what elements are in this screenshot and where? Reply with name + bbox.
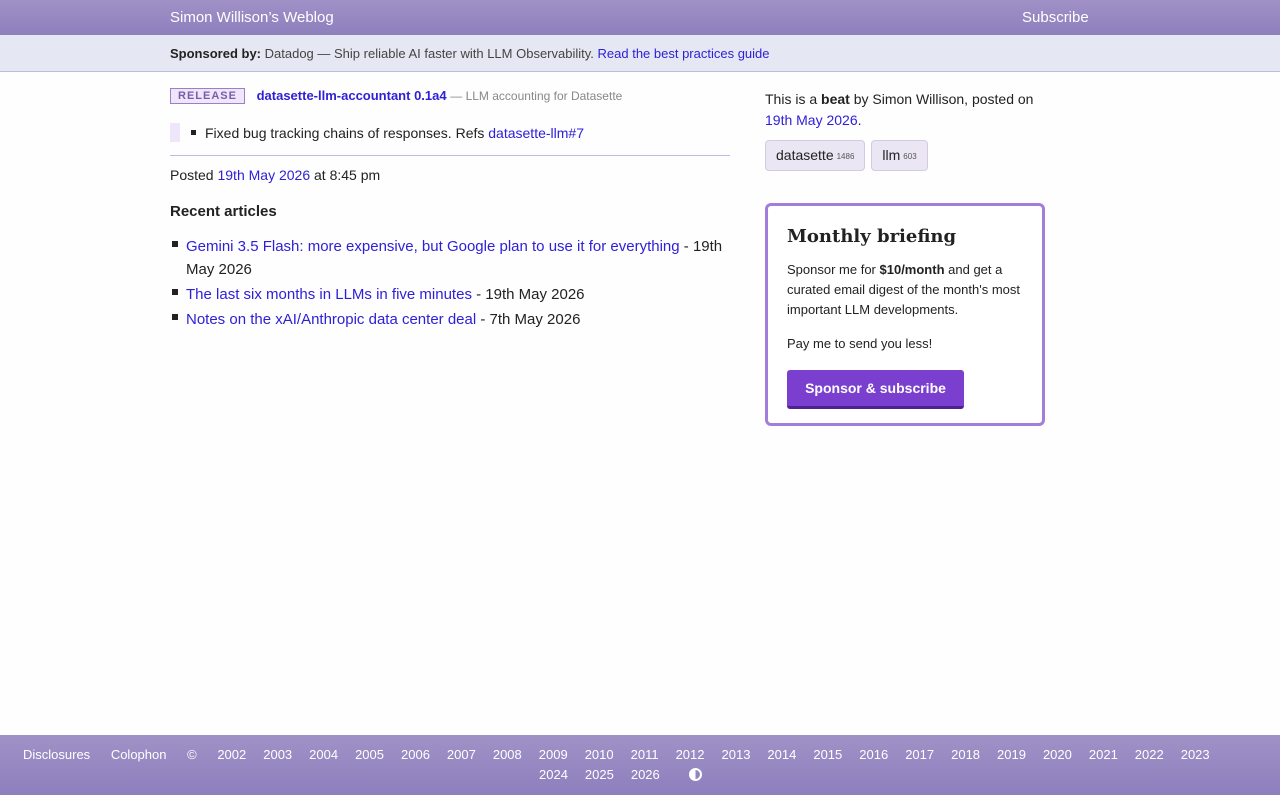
recent-article-link[interactable]: Notes on the xAI/Anthropic data center d… — [186, 311, 476, 328]
recent-article-item: Gemini 3.5 Flash: more expensive, but Go… — [170, 235, 730, 281]
briefing-pay-less: Pay me to send you less! — [787, 336, 933, 351]
posted-time: at 8:45 pm — [314, 167, 381, 183]
footer-year-link-2003[interactable]: 2003 — [263, 747, 292, 762]
footer-row-secondary: 2024 2025 2026 — [539, 767, 703, 782]
tag-list: datasette 1486 llm 603 — [765, 140, 934, 171]
recent-article-date: - 19th May 2026 — [471, 286, 585, 303]
tag-count: 603 — [903, 152, 917, 161]
footer-year-link-2010[interactable]: 2010 — [585, 747, 614, 762]
posted-date-link[interactable]: 19th May 2026 — [217, 167, 310, 183]
recent-article-link[interactable]: The last six months in LLMs in five minu… — [186, 286, 472, 303]
release-description: — LLM accounting for Datasette — [450, 89, 623, 103]
beat-suffix: by Simon Willison, posted on — [853, 91, 1034, 107]
release-notes: Fixed bug tracking chains of responses. … — [170, 122, 730, 156]
posted-prefix: Posted — [170, 167, 214, 183]
footer-year-link-2019[interactable]: 2019 — [997, 747, 1026, 762]
sponsor-label: Sponsored by: — [170, 46, 262, 61]
bullet-icon — [191, 130, 196, 135]
sponsor-link[interactable]: Read the best practices guide — [598, 46, 770, 61]
footer-copyright: © — [187, 747, 197, 762]
footer-row-primary: Disclosures Colophon © 2002 2003 2004 2005 2… — [23, 747, 1210, 762]
beat-prefix: This is a — [765, 91, 818, 107]
footer-colophon-link[interactable]: Colophon — [111, 747, 167, 762]
beat-word: beat — [821, 91, 850, 107]
subscribe-link[interactable]: Subscribe — [1022, 9, 1089, 26]
sponsor-subscribe-button[interactable]: Sponsor & subscribe — [787, 370, 964, 409]
release-line: RELEASE datasette-llm-accountant 0.1a4 —… — [170, 88, 622, 104]
monthly-briefing-card: Monthly briefing Sponsor me for $10/mont… — [765, 203, 1045, 426]
release-note-ref-link[interactable]: datasette-llm#7 — [488, 125, 584, 141]
footer-year-link-2025[interactable]: 2025 — [585, 767, 614, 782]
footer-year-link-2023[interactable]: 2023 — [1181, 747, 1210, 762]
footer-year-link-2021[interactable]: 2021 — [1089, 747, 1118, 762]
recent-article-item: Notes on the xAI/Anthropic data center d… — [170, 308, 730, 331]
tag-name: datasette — [776, 147, 834, 163]
site-title-link[interactable]: Simon Willison’s Weblog — [170, 9, 334, 26]
site-header: Simon Willison’s Weblog Subscribe — [0, 0, 1280, 35]
footer-year-link-2014[interactable]: 2014 — [767, 747, 796, 762]
release-name-link[interactable]: datasette-llm-accountant 0.1a4 — [257, 88, 447, 103]
footer-year-link-2013[interactable]: 2013 — [722, 747, 751, 762]
footer-year-link-2017[interactable]: 2017 — [905, 747, 934, 762]
site-footer: Disclosures Colophon © 2002 2003 2004 2005 2… — [0, 735, 1280, 795]
recent-articles-list: Gemini 3.5 Flash: more expensive, but Go… — [170, 235, 730, 333]
tag-llm[interactable]: llm 603 — [871, 140, 928, 171]
footer-year-link-2022[interactable]: 2022 — [1135, 747, 1164, 762]
footer-year-link-2009[interactable]: 2009 — [539, 747, 568, 762]
recent-article-item: The last six months in LLMs in five minu… — [170, 283, 730, 306]
posted-line: Posted 19th May 2026 at 8:45 pm — [170, 167, 380, 183]
briefing-title: Monthly briefing — [787, 226, 957, 247]
sponsor-text: Datadog — Ship reliable AI faster with L… — [264, 46, 594, 61]
footer-year-link-2002[interactable]: 2002 — [217, 747, 246, 762]
tag-name: llm — [882, 147, 901, 163]
beat-metadata: This is a beat by Simon Willison, posted… — [765, 89, 1055, 131]
footer-year-link-2006[interactable]: 2006 — [401, 747, 430, 762]
release-note-item: Fixed bug tracking chains of responses. … — [191, 125, 584, 141]
footer-year-link-2007[interactable]: 2007 — [447, 747, 476, 762]
footer-year-link-2011[interactable]: 2011 — [631, 747, 659, 762]
beat-end: . — [857, 112, 862, 128]
recent-article-date-separator: - — [679, 238, 689, 255]
footer-year-link-2015[interactable]: 2015 — [813, 747, 842, 762]
footer-year-link-2005[interactable]: 2005 — [355, 747, 384, 762]
footer-year-link-2004[interactable]: 2004 — [309, 747, 338, 762]
footer-year-link-2024[interactable]: 2024 — [539, 767, 568, 782]
contrast-toggle-icon[interactable] — [689, 768, 703, 781]
tag-datasette[interactable]: datasette 1486 — [765, 140, 866, 171]
briefing-description: Sponsor me for $10/month and get a curat… — [787, 260, 1027, 320]
blockquote-bar — [170, 123, 180, 142]
footer-year-link-2026[interactable]: 2026 — [631, 767, 660, 782]
footer-years-row-2: 2024 2025 2026 — [539, 767, 660, 782]
release-badge: RELEASE — [170, 88, 245, 104]
recent-articles-heading: Recent articles — [170, 203, 277, 220]
footer-year-link-2008[interactable]: 2008 — [493, 747, 522, 762]
tag-count: 1486 — [836, 152, 855, 161]
footer-year-link-2016[interactable]: 2016 — [859, 747, 888, 762]
footer-year-link-2012[interactable]: 2012 — [676, 747, 705, 762]
footer-year-link-2020[interactable]: 2020 — [1043, 747, 1072, 762]
beat-date-link[interactable]: 19th May 2026 — [765, 112, 858, 128]
recent-article-date: - 7th May 2026 — [476, 311, 581, 328]
footer-years-row-1: 2002 2003 2004 2005 2006 2007 2008 2009 2010 2011… — [200, 747, 1209, 762]
release-note-text: Fixed bug tracking chains of responses. … — [205, 125, 485, 141]
footer-year-link-2018[interactable]: 2018 — [951, 747, 980, 762]
briefing-desc-prefix: Sponsor me for — [787, 262, 876, 277]
footer-disclosures-link[interactable]: Disclosures — [23, 747, 90, 762]
sponsor-bar: Sponsored by: Datadog — Ship reliable AI… — [0, 35, 1280, 72]
briefing-price: $10/month — [879, 262, 945, 277]
recent-article-link[interactable]: Gemini 3.5 Flash: more expensive, but Go… — [186, 238, 680, 255]
